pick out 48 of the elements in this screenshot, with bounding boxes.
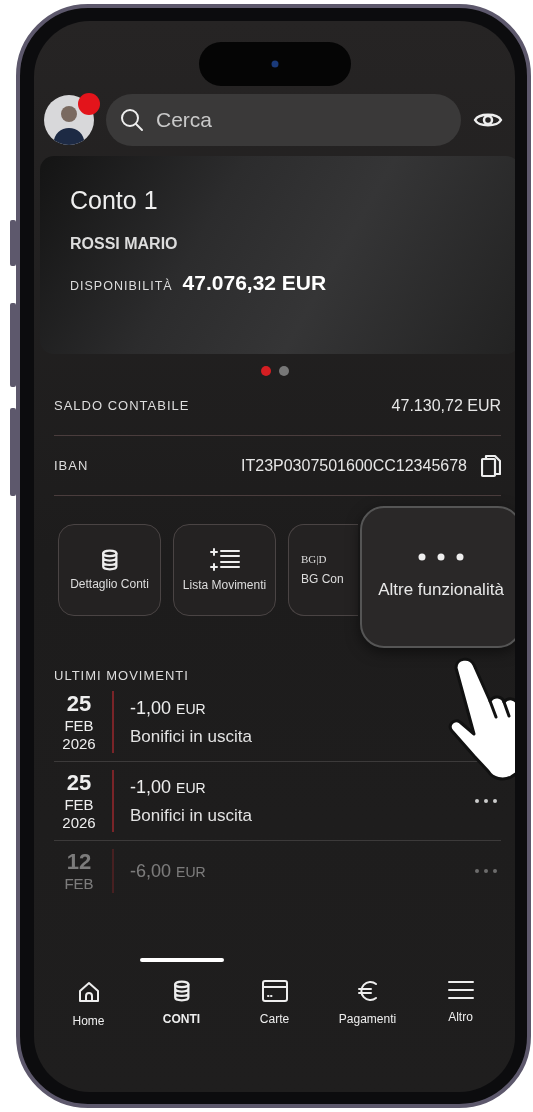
carousel-dot[interactable] xyxy=(278,366,289,376)
movement-amount: -1,00 EUR xyxy=(130,776,207,798)
available-amount: 47.076,32 EUR xyxy=(182,271,327,295)
database-icon xyxy=(172,980,191,1002)
account-card[interactable]: Conto 1 ROSSI MARIO DISPONIBILITÀ 47.076,32 EUR xyxy=(40,156,515,354)
account-title: Conto 1 xyxy=(70,186,159,215)
tab[interactable]: CONTI xyxy=(139,958,224,1028)
search-icon xyxy=(120,108,144,132)
detail-value: 47.130,72 EUR xyxy=(391,396,501,415)
home-icon xyxy=(76,980,101,1004)
movement-day: 25 xyxy=(66,691,92,717)
action-tile[interactable]: Lista Movimenti xyxy=(173,524,276,616)
movement-day: 25 xyxy=(66,770,92,796)
movement-day: 12 xyxy=(66,849,92,875)
movement-year: 2026 xyxy=(62,814,96,832)
tab[interactable]: Home xyxy=(46,958,131,1028)
bg-logo: BG|D xyxy=(301,552,327,567)
avatar[interactable] xyxy=(44,95,94,145)
list-icon xyxy=(209,547,240,572)
tab[interactable]: Pagamenti xyxy=(325,958,410,1028)
movement-month: FEB xyxy=(64,875,94,893)
movement-amount: -1,00 EUR xyxy=(130,697,207,719)
tab[interactable]: Carte xyxy=(232,958,317,1028)
tab[interactable]: Altro xyxy=(418,958,503,1028)
movement-month: FEB xyxy=(64,717,94,735)
detail-label: SALDO CONTABILE xyxy=(54,398,190,413)
action-tile[interactable]: BG|D BG Con xyxy=(288,524,358,616)
movement-description: Bonifici in uscita xyxy=(130,726,253,747)
movement-year: 2026 xyxy=(62,735,96,753)
account-holder: ROSSI MARIO xyxy=(70,235,179,253)
database-icon xyxy=(100,548,119,571)
movement-description: Bonifici in uscita xyxy=(130,805,253,826)
camera-icon xyxy=(270,60,279,68)
search-field[interactable]: Cerca xyxy=(106,94,461,146)
copy-icon[interactable] xyxy=(481,453,501,478)
menu-icon xyxy=(447,980,474,1000)
detail-label: IBAN xyxy=(54,458,89,473)
carousel-dot[interactable] xyxy=(260,366,271,376)
available-label: DISPONIBILITÀ xyxy=(70,279,173,293)
movement-amount: -6,00 EUR xyxy=(130,860,207,882)
movement-month: FEB xyxy=(64,796,94,814)
dots-icon xyxy=(418,553,464,562)
section-title: ULTIMI MOVIMENTI xyxy=(54,668,190,683)
euro-icon xyxy=(356,980,379,1002)
card-icon xyxy=(261,980,288,1002)
detail-value: IT23P0307501600CC12345678 xyxy=(241,456,467,475)
more-features-button[interactable]: Altre funzionalità xyxy=(360,506,515,648)
action-tile[interactable]: Dettaglio Conti xyxy=(58,524,161,616)
